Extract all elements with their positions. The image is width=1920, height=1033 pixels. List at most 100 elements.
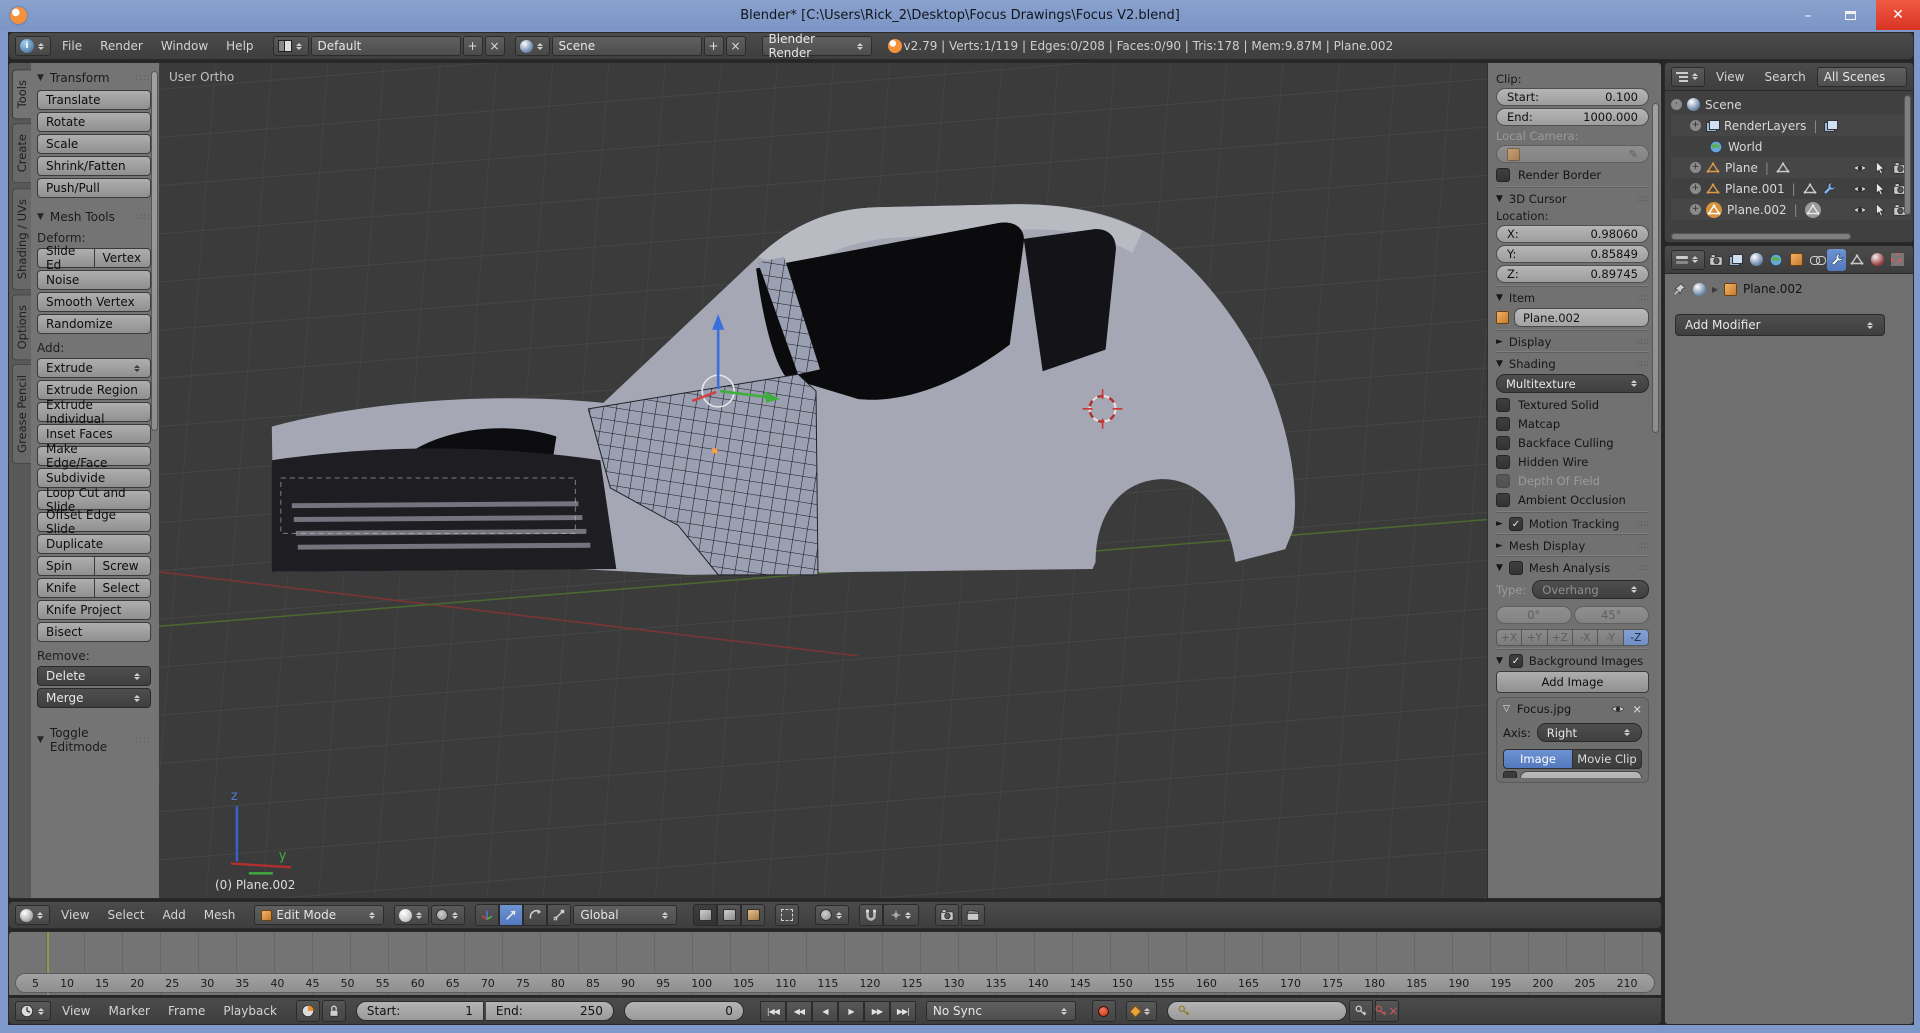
- editor-type-selector-properties[interactable]: [1671, 250, 1705, 270]
- frame-end-field[interactable]: End: 250: [486, 1001, 614, 1021]
- outliner-row-world[interactable]: World: [1671, 136, 1911, 157]
- opengl-render-anim-button[interactable]: [961, 904, 985, 926]
- tab-create[interactable]: Create: [12, 123, 31, 183]
- mesh-tool-button[interactable]: Knife Project: [37, 600, 151, 620]
- analysis-max-angle-field[interactable]: 45°: [1574, 606, 1650, 624]
- viewport-menu-item[interactable]: View: [52, 908, 98, 922]
- orientation-dropdown[interactable]: Global: [573, 905, 677, 925]
- limit-to-visible-button[interactable]: [775, 904, 799, 926]
- outliner-row-renderlayers[interactable]: + RenderLayers |: [1671, 115, 1911, 136]
- mesh-analysis-checkbox[interactable]: [1509, 561, 1523, 575]
- slide-edge-button[interactable]: Slide Ed: [37, 248, 94, 268]
- editor-type-selector-timeline[interactable]: [15, 1001, 51, 1021]
- add-modifier-dropdown[interactable]: Add Modifier: [1675, 314, 1885, 336]
- editor-type-selector-3dview[interactable]: [15, 905, 50, 925]
- add-tool-button[interactable]: Inset Faces: [37, 424, 151, 444]
- snap-magnet-toggle[interactable]: [859, 904, 883, 926]
- matcap-checkbox[interactable]: [1496, 417, 1510, 431]
- viewport-menu-item[interactable]: Mesh: [195, 908, 245, 922]
- bg-tab-movie-clip[interactable]: Movie Clip: [1573, 749, 1642, 769]
- panel-header-shading[interactable]: Shading: [1496, 352, 1649, 371]
- selectability-icon[interactable]: [1873, 182, 1887, 196]
- panel-header-motion-tracking[interactable]: ✓ Motion Tracking: [1496, 512, 1649, 531]
- panel-grip-icon[interactable]: [135, 735, 151, 745]
- tab-tools[interactable]: Tools: [12, 69, 31, 119]
- expand-triangle-icon[interactable]: ▽: [1503, 704, 1510, 714]
- remove-image-button[interactable]: ×: [1632, 702, 1642, 716]
- add-tool-button[interactable]: Extrude Individual: [37, 402, 151, 422]
- add-tool-button[interactable]: Subdivide: [37, 468, 151, 488]
- pivot-point-dropdown[interactable]: [431, 905, 465, 925]
- render-border-checkbox[interactable]: [1496, 168, 1510, 182]
- panel-grip-icon[interactable]: [135, 212, 151, 222]
- cursor-x-field[interactable]: X: 0.98060: [1496, 225, 1649, 243]
- panel-header-display[interactable]: Display: [1496, 330, 1649, 349]
- knife-button[interactable]: Knife: [37, 578, 94, 598]
- viewport-canvas[interactable]: z y User Ortho (0) Plane.002: [159, 63, 1487, 898]
- tab-constraints[interactable]: [1807, 249, 1826, 271]
- ambient-occlusion-checkbox[interactable]: [1496, 493, 1510, 507]
- remove-dropdown[interactable]: Merge: [37, 688, 151, 708]
- record-button[interactable]: [1092, 1000, 1116, 1022]
- axis-plus-z-button[interactable]: +Z: [1548, 629, 1573, 646]
- snap-element-dropdown[interactable]: [883, 904, 919, 926]
- tab-options[interactable]: Options: [12, 294, 31, 360]
- render-engine-dropdown[interactable]: Blender Render: [762, 36, 872, 56]
- playback-button[interactable]: ◀: [812, 1001, 838, 1022]
- screen-layout-field[interactable]: Default: [311, 36, 461, 56]
- tab-material[interactable]: [1868, 249, 1887, 271]
- add-layout-button[interactable]: +: [463, 36, 483, 56]
- deform-button[interactable]: Noise: [37, 270, 151, 290]
- timeline-menu-item[interactable]: Frame: [159, 1004, 214, 1018]
- transform-button[interactable]: Translate: [37, 90, 151, 110]
- manipulator-translate-toggle[interactable]: [499, 904, 523, 926]
- playback-button[interactable]: ▶▶: [864, 1001, 890, 1022]
- close-layout-button[interactable]: ×: [485, 36, 505, 56]
- close-scene-button[interactable]: ×: [726, 36, 746, 56]
- axis-minus-z-button[interactable]: -Z: [1624, 629, 1649, 646]
- scene-icon-button[interactable]: [515, 36, 550, 56]
- outliner-filter-dropdown[interactable]: All Scenes: [1817, 67, 1907, 87]
- select-button[interactable]: Select: [94, 578, 152, 598]
- hidden-wire-checkbox[interactable]: [1496, 455, 1510, 469]
- vertex-select-button[interactable]: [693, 904, 717, 926]
- panel-header-mesh-display[interactable]: Mesh Display: [1496, 534, 1649, 553]
- info-menu-item[interactable]: File: [53, 39, 91, 53]
- add-tool-button[interactable]: Offset Edge Slide: [37, 512, 151, 532]
- axis-plus-x-button[interactable]: +X: [1496, 629, 1522, 646]
- panel-header-item[interactable]: Item: [1496, 286, 1649, 305]
- close-button[interactable]: ✕: [1876, 0, 1920, 30]
- playback-button[interactable]: |◀◀: [760, 1001, 786, 1022]
- maximize-button[interactable]: [1830, 0, 1870, 30]
- timeline-area[interactable]: 5101520253035404550556065707580859095100…: [8, 931, 1662, 995]
- cursor-z-field[interactable]: Z: 0.89745: [1496, 265, 1649, 283]
- info-menu-item[interactable]: Help: [217, 39, 262, 53]
- sync-dropdown[interactable]: No Sync: [926, 1001, 1076, 1021]
- outliner-menu-view[interactable]: View: [1707, 70, 1753, 84]
- add-tool-button[interactable]: Extrude Region: [37, 380, 151, 400]
- tab-modifiers[interactable]: [1827, 249, 1846, 271]
- panel-header-mesh-analysis[interactable]: Mesh Analysis: [1496, 556, 1649, 575]
- panel-header-mesh-tools[interactable]: Mesh Tools: [37, 210, 151, 224]
- playback-button[interactable]: ◀◀: [786, 1001, 812, 1022]
- outliner-menu-search[interactable]: Search: [1755, 70, 1814, 84]
- mode-dropdown[interactable]: Edit Mode: [254, 905, 384, 925]
- lock-time-toggle[interactable]: [322, 1000, 346, 1022]
- transform-button[interactable]: Push/Pull: [37, 178, 151, 198]
- info-menu-item[interactable]: Render: [91, 39, 152, 53]
- outliner-row-scene[interactable]: · Scene: [1671, 94, 1911, 115]
- extrude-dropdown[interactable]: Extrude: [37, 358, 151, 378]
- textured-solid-checkbox[interactable]: [1496, 398, 1510, 412]
- axis-minus-x-button[interactable]: -X: [1573, 629, 1598, 646]
- tab-scene[interactable]: [1746, 249, 1765, 271]
- transform-button[interactable]: Shrink/Fatten: [37, 156, 151, 176]
- keying-set-field[interactable]: [1167, 1001, 1347, 1021]
- add-scene-button[interactable]: +: [704, 36, 724, 56]
- timeline-ruler[interactable]: 5101520253035404550556065707580859095100…: [15, 973, 1655, 993]
- add-tool-button[interactable]: Duplicate: [37, 534, 151, 554]
- editor-type-selector-info[interactable]: i: [15, 36, 51, 56]
- outliner-row-plane001[interactable]: + Plane.001 |: [1671, 178, 1911, 199]
- backface-culling-checkbox[interactable]: [1496, 436, 1510, 450]
- insert-keyframe-button[interactable]: [1349, 1000, 1373, 1022]
- clip-end-field[interactable]: End: 1000.000: [1496, 108, 1649, 126]
